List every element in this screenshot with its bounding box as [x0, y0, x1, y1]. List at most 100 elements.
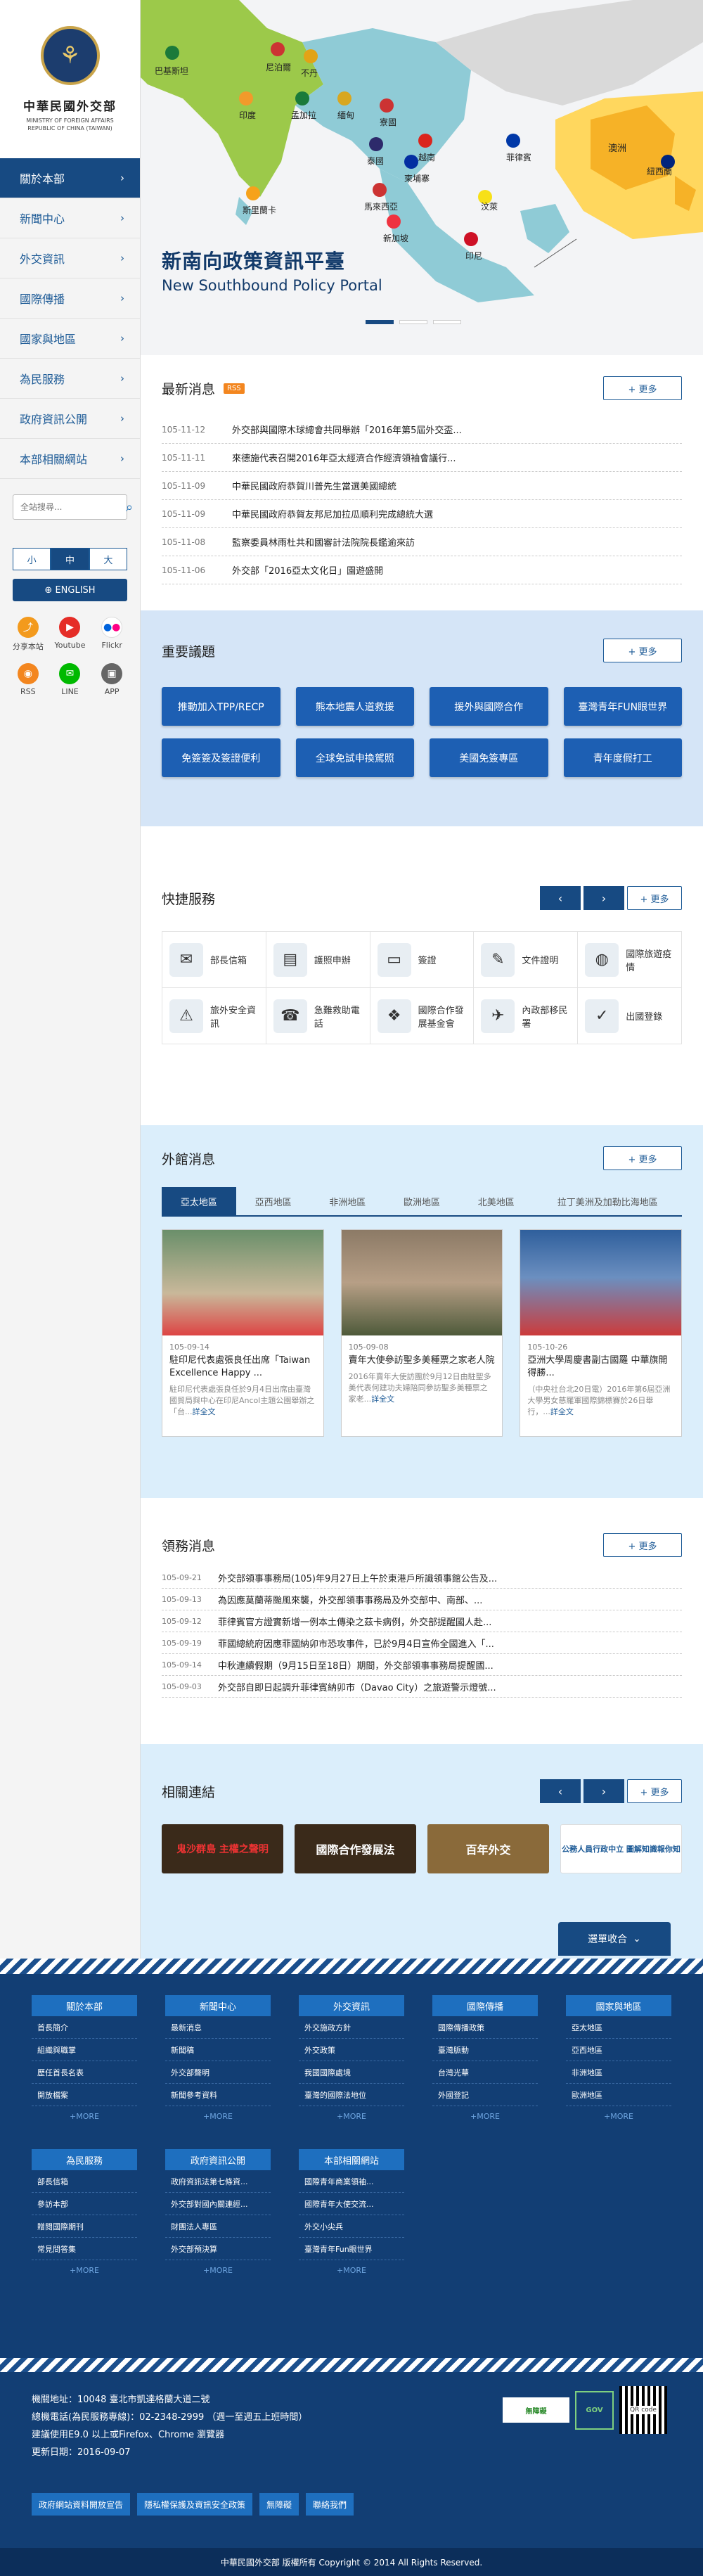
- nav-item-open-data[interactable]: 政府資訊公開 ›: [0, 399, 140, 439]
- social-flickr[interactable]: ● ● Flickr: [91, 617, 133, 652]
- news-item[interactable]: 105-09-19 菲國總統府因應菲國納卯市恐攻事件，已於9月4日宣佈全國進入「.…: [162, 1632, 682, 1654]
- prev-arrow-icon[interactable]: ‹: [540, 1779, 581, 1803]
- footer-column-title[interactable]: 國際傳播: [432, 1995, 538, 2016]
- footer-link[interactable]: 開放檔案: [32, 2084, 137, 2106]
- footer-more-link[interactable]: +MORE: [32, 2266, 137, 2275]
- footer-link[interactable]: 組織與職掌: [32, 2039, 137, 2061]
- footer-link[interactable]: 亞西地區: [566, 2039, 671, 2061]
- read-more-link[interactable]: 詳全文: [371, 1395, 394, 1404]
- footer-link[interactable]: 參訪本部: [32, 2193, 137, 2215]
- news-item[interactable]: 105-11-12 外交部與國際木球總會共同舉辦「2016年第5屆外交盃...: [162, 416, 682, 444]
- footer-link[interactable]: 外國登記: [432, 2084, 538, 2106]
- logo[interactable]: ⚘ 中華民國外交部 MINISTRY OF FOREIGN AFFAIRS RE…: [0, 0, 140, 158]
- news-item[interactable]: 105-11-06 外交部「2016亞太文化日」園遊盛開: [162, 556, 682, 584]
- footer-column-title[interactable]: 本部相關網站: [299, 2149, 404, 2170]
- contact-button[interactable]: 聯絡我們: [306, 2493, 354, 2516]
- footer-more-link[interactable]: +MORE: [299, 2266, 404, 2275]
- footer-link[interactable]: 首長簡介: [32, 2016, 137, 2039]
- footer-link[interactable]: 財團法人專區: [165, 2215, 271, 2238]
- footer-link[interactable]: 外交部聲明: [165, 2061, 271, 2084]
- more-button[interactable]: + 更多: [627, 886, 682, 910]
- footer-link[interactable]: 新聞稿: [165, 2039, 271, 2061]
- search-icon[interactable]: ⌕: [126, 500, 133, 515]
- news-item[interactable]: 105-11-09 中華民國政府恭賀友邦尼加拉瓜順利完成總統大選: [162, 500, 682, 528]
- news-item[interactable]: 105-09-21 外交部領事事務局(105)年9月27日上午於東港戶所識領事館公…: [162, 1567, 682, 1589]
- footer-column-title[interactable]: 國家與地區: [566, 1995, 671, 2016]
- footer-link[interactable]: 國際傳播政策: [432, 2016, 538, 2039]
- nav-item-diplomacy[interactable]: 外交資訊 ›: [0, 238, 140, 278]
- read-more-link[interactable]: 詳全文: [550, 1407, 574, 1416]
- social-youtube[interactable]: ▶ Youtube: [49, 617, 91, 652]
- footer-link[interactable]: 最新消息: [165, 2016, 271, 2039]
- quick-service-item[interactable]: ✈ 內政部移民署: [474, 988, 579, 1044]
- tab-africa[interactable]: 非洲地區: [310, 1187, 385, 1215]
- related-link-banner[interactable]: 公務人員行政中立 圖解知識報你知: [560, 1824, 682, 1873]
- footer-more-link[interactable]: +MORE: [32, 2112, 137, 2121]
- font-size-small-button[interactable]: 小: [13, 548, 51, 570]
- footer-link[interactable]: 歷任首長名表: [32, 2061, 137, 2084]
- news-item[interactable]: 105-11-08 監察委員林雨杜共和國審計法院院長鑑逾來訪: [162, 528, 682, 556]
- news-card[interactable]: 105-09-14 駐印尼代表處張良任出席「Taiwan Excellence …: [162, 1229, 324, 1437]
- privacy-policy-button[interactable]: 隱私權保護及資訊安全政策: [137, 2493, 253, 2516]
- english-button[interactable]: ⊕ ENGLISH: [13, 579, 127, 601]
- news-card[interactable]: 105-09-08 賣年大使參訪聖多美種票之家老人院 2016年賣年大使訪團於9…: [340, 1229, 503, 1437]
- footer-column-title[interactable]: 關於本部: [32, 1995, 137, 2016]
- footer-link[interactable]: 新聞參考資料: [165, 2084, 271, 2106]
- nav-item-services[interactable]: 為民服務 ›: [0, 359, 140, 399]
- social-app[interactable]: ▣ APP: [91, 663, 133, 696]
- font-size-medium-button[interactable]: 中: [51, 548, 89, 570]
- footer-link[interactable]: 我國國際處境: [299, 2061, 404, 2084]
- carousel-dot[interactable]: [399, 320, 427, 324]
- news-item[interactable]: 105-09-13 為因應莫蘭蒂颱風來襲，外交部領事事務局及外交部中、南部、...: [162, 1589, 682, 1610]
- issue-button[interactable]: 免簽簽及簽證便利: [162, 738, 280, 777]
- related-link-banner[interactable]: 鬼沙群島 主權之聲明: [162, 1824, 283, 1873]
- quick-service-item[interactable]: ✉ 部長信箱: [162, 932, 266, 988]
- tab-north-america[interactable]: 北美地區: [459, 1187, 534, 1215]
- footer-link[interactable]: 亞太地區: [566, 2016, 671, 2039]
- footer-link[interactable]: 部長信箱: [32, 2170, 137, 2193]
- footer-link[interactable]: 外交部預決算: [165, 2238, 271, 2260]
- footer-link[interactable]: 常見問答集: [32, 2238, 137, 2260]
- issue-button[interactable]: 全球免試申換駕照: [295, 738, 414, 777]
- nav-item-news[interactable]: 新聞中心 ›: [0, 198, 140, 238]
- quick-service-item[interactable]: ◍ 國際旅遊疫情: [578, 932, 682, 988]
- footer-link[interactable]: 國際青年商業領袖...: [299, 2170, 404, 2193]
- quick-service-item[interactable]: ✎ 文件證明: [474, 932, 579, 988]
- footer-link[interactable]: 非洲地區: [566, 2061, 671, 2084]
- footer-column-title[interactable]: 外交資訊: [299, 1995, 404, 2016]
- footer-link[interactable]: 台灣光華: [432, 2061, 538, 2084]
- issue-button[interactable]: 臺灣青年FUN眼世界: [563, 687, 682, 726]
- footer-link[interactable]: 外交小尖兵: [299, 2215, 404, 2238]
- issue-button[interactable]: 美國免簽專區: [430, 738, 548, 777]
- footer-column-title[interactable]: 政府資訊公開: [165, 2149, 271, 2170]
- read-more-link[interactable]: 詳全文: [193, 1407, 216, 1416]
- news-card[interactable]: 105-10-26 亞洲大學周慶書副古國羅 中華旗開得勝... （中央社台北20…: [520, 1229, 682, 1437]
- tab-asia-pacific[interactable]: 亞太地區: [162, 1187, 236, 1215]
- carousel-dot[interactable]: [366, 320, 394, 324]
- font-size-large-button[interactable]: 大: [89, 548, 127, 570]
- news-item[interactable]: 105-11-11 來德施代表召開2016年亞太經濟合作經濟領袖會議行...: [162, 444, 682, 472]
- carousel-dot[interactable]: [433, 320, 461, 324]
- issue-button[interactable]: 援外與國際合作: [430, 687, 548, 726]
- open-data-button[interactable]: 政府網站資料開放宣告: [32, 2493, 131, 2516]
- nav-item-about[interactable]: 關於本部 ›: [0, 158, 140, 198]
- footer-more-link[interactable]: +MORE: [165, 2266, 271, 2275]
- quick-service-item[interactable]: ☎ 急難救助電話: [266, 988, 370, 1044]
- more-button[interactable]: + 更多: [603, 376, 682, 400]
- related-link-banner[interactable]: 國際合作發展法: [295, 1824, 416, 1873]
- footer-link[interactable]: 政府資訊法第七條資...: [165, 2170, 271, 2193]
- quick-service-item[interactable]: ▤ 護照申辦: [266, 932, 370, 988]
- nav-item-communication[interactable]: 國際傳播 ›: [0, 278, 140, 319]
- quick-service-item[interactable]: ❖ 國際合作發展基金會: [370, 988, 475, 1044]
- nav-item-related-sites[interactable]: 本部相關網站 ›: [0, 439, 140, 479]
- issue-button[interactable]: 青年度假打工: [563, 738, 682, 777]
- footer-link[interactable]: 外交部對國內關連經...: [165, 2193, 271, 2215]
- footer-more-link[interactable]: +MORE: [165, 2112, 271, 2121]
- sitemap-toggle-button[interactable]: 選單收合 ⌄: [558, 1922, 671, 1956]
- footer-more-link[interactable]: +MORE: [299, 2112, 404, 2121]
- gov-badge[interactable]: GOV: [575, 2390, 614, 2430]
- footer-link[interactable]: 外交施政方針: [299, 2016, 404, 2039]
- news-item[interactable]: 105-11-09 中華民國政府恭賀川普先生當選美國總統: [162, 472, 682, 500]
- more-button[interactable]: + 更多: [627, 1779, 682, 1803]
- more-button[interactable]: + 更多: [603, 1146, 682, 1170]
